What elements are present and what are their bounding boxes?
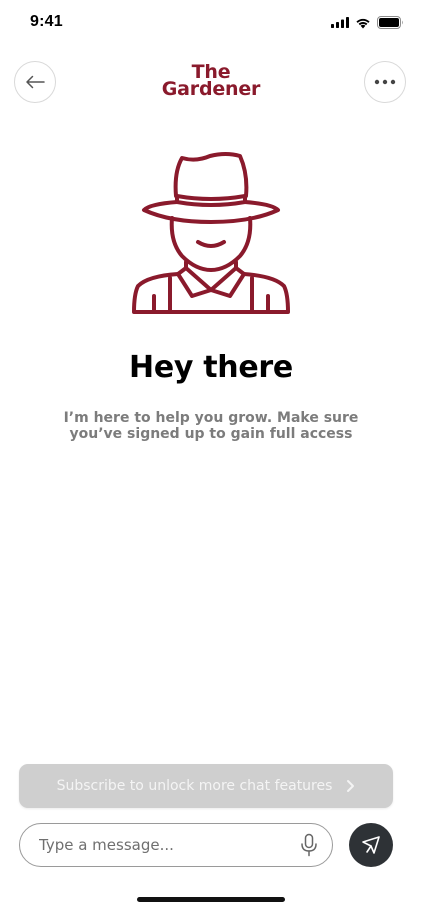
status-icons <box>331 16 404 29</box>
logo-line-2: Gardener <box>161 78 261 100</box>
send-icon <box>362 836 380 854</box>
more-options-button[interactable] <box>364 61 406 103</box>
cellular-signal-icon <box>331 17 349 28</box>
send-button[interactable] <box>349 823 393 867</box>
gardener-hat-icon <box>132 152 290 314</box>
greeting-subtitle: I’m here to help you grow. Make sure you… <box>63 410 359 442</box>
app-logo: The Gardener <box>0 63 422 100</box>
greeting-heading: Hey there <box>129 350 293 385</box>
chevron-right-icon <box>347 780 355 792</box>
battery-icon <box>377 16 403 29</box>
subscribe-banner-label: Subscribe to unlock more chat features <box>56 778 333 794</box>
subscribe-banner-button[interactable]: Subscribe to unlock more chat features <box>19 764 393 808</box>
status-time: 9:41 <box>30 13 63 30</box>
message-input[interactable] <box>39 836 300 854</box>
more-horizontal-icon <box>374 79 396 85</box>
wifi-icon <box>356 18 370 28</box>
home-indicator <box>137 897 285 902</box>
message-input-container[interactable] <box>19 823 333 867</box>
microphone-icon[interactable] <box>300 833 318 857</box>
